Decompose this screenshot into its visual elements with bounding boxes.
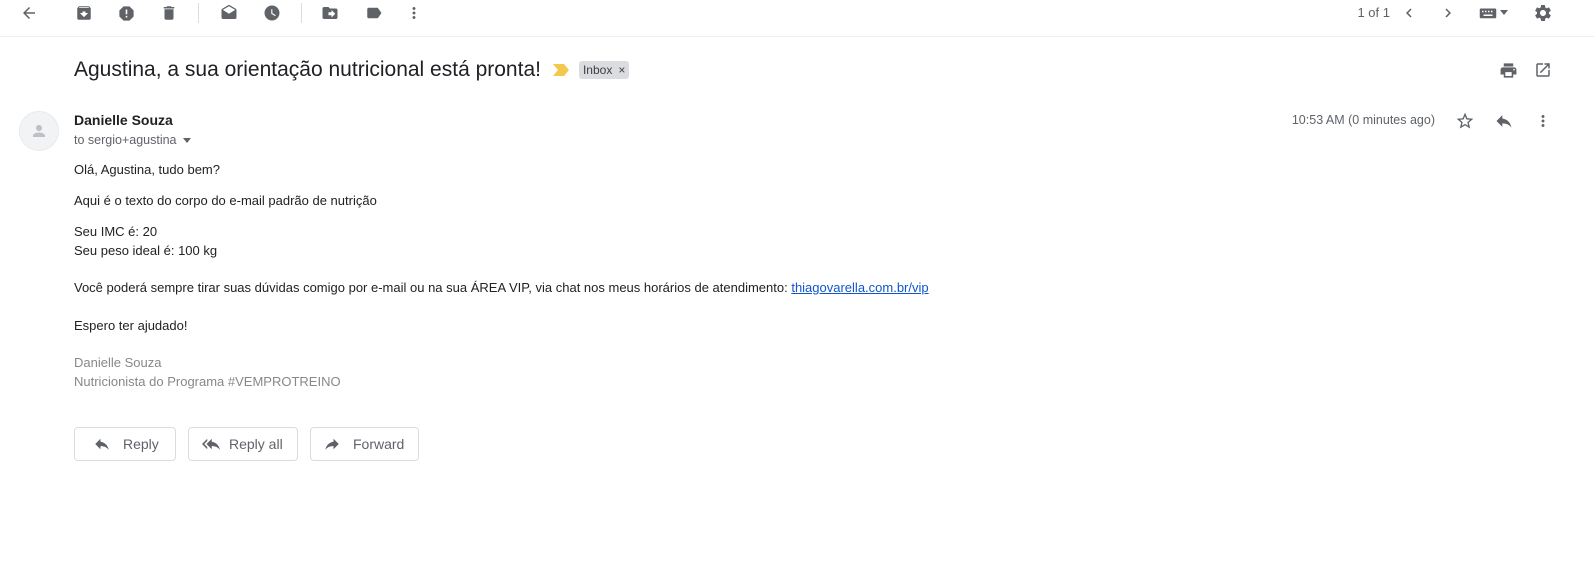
toolbar-divider <box>198 3 199 23</box>
report-spam-icon <box>118 5 134 21</box>
reply-button[interactable]: Reply <box>74 427 176 461</box>
vip-link[interactable]: thiagovarella.com.br/vip <box>791 280 928 295</box>
labels-button[interactable] <box>356 0 392 26</box>
inbox-label: Inbox × <box>578 61 630 79</box>
reply-all-button[interactable]: Reply all <box>188 427 298 461</box>
body-greeting: Olá, Agustina, tudo bem? <box>74 162 220 177</box>
back-button[interactable] <box>11 0 47 26</box>
more-vert-icon <box>412 7 416 19</box>
label-icon <box>367 7 382 19</box>
sender-name[interactable]: Danielle Souza <box>74 112 173 128</box>
page-counter: 1 of 1 <box>1357 5 1390 20</box>
chevron-right-icon <box>1445 8 1451 18</box>
signature-title: Nutricionista do Programa #VEMPROTREINO <box>74 374 341 389</box>
clock-icon <box>264 5 280 21</box>
arrow-left-icon <box>23 7 35 19</box>
recipient-line: to sergio+agustina <box>74 133 191 147</box>
reply-all-label: Reply all <box>229 436 283 452</box>
settings-button[interactable] <box>1525 0 1561 26</box>
inbox-label-text: Inbox <box>582 63 613 77</box>
body-contact: Você poderá sempre tirar suas dúvidas co… <box>74 278 929 297</box>
body-line: Aqui é o texto do corpo do e-mail padrão… <box>74 193 377 208</box>
star-outline-icon <box>1456 112 1474 129</box>
input-tools-button[interactable] <box>1473 0 1513 26</box>
more-button[interactable] <box>396 0 432 26</box>
delete-button[interactable] <box>151 0 187 26</box>
more-vert-icon <box>1541 115 1545 127</box>
show-details-icon[interactable] <box>182 137 191 143</box>
reply-all-icon <box>201 435 221 453</box>
chevron-down-icon <box>1499 10 1508 15</box>
report-spam-button[interactable] <box>108 0 144 26</box>
signature-name: Danielle Souza <box>74 355 162 370</box>
snooze-button[interactable] <box>254 0 290 26</box>
older-button[interactable] <box>1430 0 1466 26</box>
body-closing: Espero ter ajudado! <box>74 318 188 333</box>
email-subject: Agustina, a sua orientação nutricional e… <box>74 58 541 81</box>
toolbar-divider <box>301 3 302 23</box>
move-to-folder-icon <box>322 7 338 19</box>
reply-label: Reply <box>123 436 159 452</box>
move-to-button[interactable] <box>312 0 348 26</box>
message-more-button[interactable] <box>1528 106 1558 136</box>
body-contact-text: Você poderá sempre tirar suas dúvidas co… <box>74 280 792 295</box>
archive-button[interactable] <box>66 0 102 26</box>
mark-unread-button[interactable] <box>211 0 247 26</box>
newer-button[interactable] <box>1391 0 1427 26</box>
person-icon <box>33 125 45 137</box>
chevron-left-icon <box>1406 8 1412 18</box>
remove-label-button[interactable]: × <box>618 61 625 79</box>
forward-button[interactable]: Forward <box>310 427 419 461</box>
keyboard-icon <box>1479 8 1496 19</box>
reply-icon <box>93 435 111 453</box>
print-all-button[interactable] <box>1493 55 1523 85</box>
reply-icon <box>1496 115 1512 128</box>
forward-icon <box>323 435 341 453</box>
toolbar: 1 of 1 <box>0 0 1594 37</box>
star-button[interactable] <box>1450 106 1480 136</box>
forward-label: Forward <box>353 436 405 452</box>
body-imc: Seu IMC é: 20 <box>74 224 158 239</box>
body-weight: Seu peso ideal é: 100 kg <box>74 243 218 258</box>
open-in-new-icon <box>1536 63 1550 77</box>
recipient-text: to sergio+agustina <box>74 133 177 147</box>
archive-icon <box>77 6 91 20</box>
print-icon <box>1500 62 1516 78</box>
subject-row: Agustina, a sua orientação nutricional e… <box>74 55 630 85</box>
trash-icon <box>163 6 175 20</box>
gear-icon <box>1535 5 1551 21</box>
open-new-window-button[interactable] <box>1528 55 1558 85</box>
importance-marker-icon[interactable] <box>552 64 569 76</box>
reply-icon-button[interactable] <box>1489 106 1519 136</box>
email-timestamp: 10:53 AM (0 minutes ago) <box>1291 113 1435 127</box>
mark-unread-icon <box>221 4 237 19</box>
avatar[interactable] <box>19 111 59 151</box>
